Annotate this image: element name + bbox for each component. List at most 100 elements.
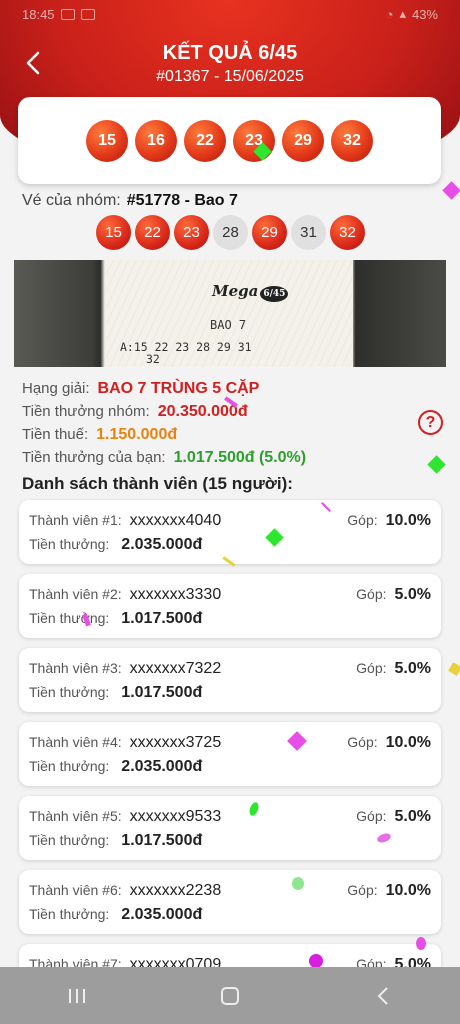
member-card[interactable]: Thành viên #3: xxxxxxx7322 Tiền thưởng: 1.…: [19, 648, 441, 712]
member-label: Thành viên #1:: [29, 512, 122, 528]
ticket-line-a: A:15 22 23 28 29 31: [120, 340, 252, 354]
ticket-ball: 28: [213, 215, 248, 250]
member-label: Thành viên #2:: [29, 586, 122, 602]
help-icon[interactable]: ?: [418, 410, 443, 435]
member-label: Thành viên #4:: [29, 734, 122, 750]
ticket-photo[interactable]: Mega 6/45 BAO 7 A:15 22 23 28 29 31 32: [14, 260, 446, 367]
result-ball: 16: [135, 119, 177, 162]
signal-icon: ▴: [399, 6, 406, 21]
member-prize-label: Tiền thưởng:: [29, 536, 110, 552]
draw-subtitle: #01367 - 15/06/2025: [156, 68, 304, 85]
member-prize: Tiền thưởng: 1.017.500đ: [29, 610, 202, 628]
member-gop-label: Góp:: [356, 808, 387, 824]
member-contribution: Góp: 5.0%: [356, 808, 431, 826]
member-gop-label: Góp:: [347, 734, 378, 750]
prize-tier-value: BAO 7 TRÙNG 5 CẶP: [97, 380, 260, 397]
ticket-label-text: Vé của nhóm:: [22, 192, 121, 209]
member-id: xxxxxxx3725: [129, 734, 222, 751]
ticket-ball: 23: [174, 215, 209, 250]
confetti-piece: [292, 877, 304, 890]
member-card[interactable]: Thành viên #5: xxxxxxx9533 Tiền thưởng: 1.…: [19, 796, 441, 860]
member-prize-label: Tiền thưởng:: [29, 906, 110, 922]
ticket-bao-text: BAO 7: [210, 318, 247, 332]
recent-apps-button[interactable]: [47, 976, 107, 1016]
prize-tier-row: Hạng giải: BAO 7 TRÙNG 5 CẶP: [22, 380, 259, 398]
member-prize: Tiền thưởng: 2.035.000đ: [29, 906, 202, 924]
ticket-label: Vé của nhóm: #51778 - Bao 7: [22, 192, 238, 210]
member-prize-amount: 2.035.000đ: [121, 906, 203, 923]
member-gop-pct: 5.0%: [394, 660, 431, 677]
member-label: Thành viên #5:: [29, 808, 122, 824]
ticket-code: #51778 - Bao 7: [126, 192, 238, 209]
ticket-numbers: 15 22 23 28 29 31 32: [96, 215, 365, 250]
member-contribution: Góp: 10.0%: [347, 734, 431, 752]
member-header: Thành viên #5: xxxxxxx9533: [29, 808, 221, 826]
member-header: Thành viên #2: xxxxxxx3330: [29, 586, 221, 604]
status-time: 18:45: [22, 6, 55, 22]
ticket-ball: 32: [330, 215, 365, 250]
ticket-ball: 31: [291, 215, 326, 250]
member-id: xxxxxxx7322: [129, 660, 222, 677]
member-label: Thành viên #6:: [29, 882, 122, 898]
member-list-title: Danh sách thành viên (15 người):: [22, 474, 293, 493]
group-prize-label: Tiền thưởng nhóm:: [22, 403, 150, 420]
member-contribution: Góp: 10.0%: [347, 512, 431, 530]
member-header: Thành viên #6: xxxxxxx2238: [29, 882, 221, 900]
member-prize-amount: 1.017.500đ: [121, 610, 203, 627]
ticket-ball: 15: [96, 215, 131, 250]
notification-icon: [60, 8, 75, 20]
member-card[interactable]: Thành viên #4: xxxxxxx3725 Tiền thưởng: 2.…: [19, 722, 441, 786]
member-prize-label: Tiền thưởng:: [29, 684, 110, 700]
result-ball: 23: [233, 119, 275, 162]
confetti-piece: [309, 954, 323, 968]
home-button[interactable]: [200, 976, 260, 1016]
member-prize-label: Tiền thưởng:: [29, 610, 110, 626]
prize-tier-label: Hạng giải:: [22, 380, 90, 397]
back-nav-button[interactable]: [353, 976, 413, 1016]
member-card[interactable]: Thành viên #2: xxxxxxx3330 Tiền thưởng: 1.…: [19, 574, 441, 638]
group-prize-row: Tiền thưởng nhóm: 20.350.000đ: [22, 403, 248, 421]
member-header: Thành viên #3: xxxxxxx7322: [29, 660, 221, 678]
member-gop-pct: 10.0%: [385, 512, 431, 529]
your-prize-row: Tiền thưởng của bạn: 1.017.500đ (5.0%): [22, 449, 306, 467]
member-card[interactable]: Thành viên #6: xxxxxxx2238 Tiền thưởng: 2.…: [19, 870, 441, 934]
member-prize-amount: 2.035.000đ: [121, 536, 203, 553]
ticket-ball: 22: [135, 215, 170, 250]
member-prize-label: Tiền thưởng:: [29, 832, 110, 848]
recent-apps-icon: [68, 988, 85, 1003]
result-ball: 32: [331, 119, 373, 162]
member-header: Thành viên #4: xxxxxxx3725: [29, 734, 221, 752]
member-label: Thành viên #3:: [29, 660, 122, 676]
member-header: Thành viên #1: xxxxxxx4040: [29, 512, 221, 530]
ticket-ball: 29: [252, 215, 287, 250]
member-gop-label: Góp:: [356, 660, 387, 676]
result-ball: 22: [184, 119, 226, 162]
confetti-piece: [427, 455, 446, 474]
tax-label: Tiền thuế:: [22, 426, 89, 443]
member-gop-label: Góp:: [347, 882, 378, 898]
member-card[interactable]: Thành viên #1: xxxxxxx4040 Tiền thưởng: 2.…: [19, 500, 441, 564]
member-gop-pct: 5.0%: [394, 808, 431, 825]
tax-row: Tiền thuế: 1.150.000đ: [22, 426, 177, 444]
member-id: xxxxxxx4040: [129, 512, 222, 529]
member-contribution: Góp: 5.0%: [356, 586, 431, 604]
confetti-piece: [448, 662, 460, 676]
tax-value: 1.150.000đ: [96, 426, 178, 443]
member-gop-pct: 5.0%: [394, 586, 431, 603]
member-prize: Tiền thưởng: 1.017.500đ: [29, 832, 202, 850]
member-gop-label: Góp:: [347, 512, 378, 528]
member-id: xxxxxxx9533: [129, 808, 222, 825]
notification-icon: [80, 8, 95, 20]
member-id: xxxxxxx2238: [129, 882, 222, 899]
ticket-line-b: 32: [146, 352, 160, 366]
your-prize-label: Tiền thưởng của bạn:: [22, 449, 166, 466]
member-id: xxxxxxx3330: [129, 586, 222, 603]
member-contribution: Góp: 5.0%: [356, 660, 431, 678]
member-prize-amount: 2.035.000đ: [121, 758, 203, 775]
member-prize-amount: 1.017.500đ: [121, 684, 203, 701]
member-gop-pct: 10.0%: [385, 734, 431, 751]
result-ball: 15: [86, 119, 128, 162]
member-prize: Tiền thưởng: 2.035.000đ: [29, 758, 202, 776]
battery-level: 43%: [411, 6, 438, 22]
result-ball: 29: [282, 119, 324, 162]
